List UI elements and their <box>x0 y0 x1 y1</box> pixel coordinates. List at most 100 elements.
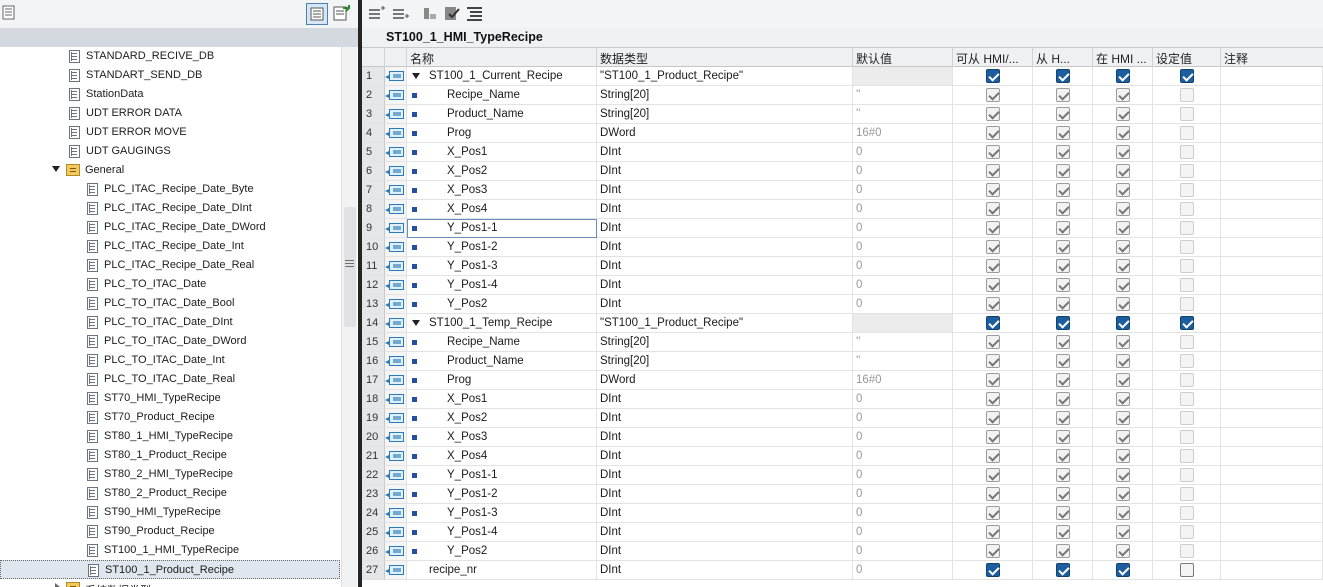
comment-cell[interactable] <box>1221 276 1323 295</box>
hmi-visible-checkbox[interactable] <box>1056 316 1070 330</box>
hmi-visible-checkbox[interactable] <box>1056 259 1070 273</box>
tree-item[interactable]: ST80_2_HMI_TypeRecipe <box>0 465 340 484</box>
hmi-visible-checkbox[interactable] <box>1056 544 1070 558</box>
name-cell[interactable]: X_Pos2 <box>407 409 597 428</box>
table-row[interactable]: 26 Y_Pos2 DInt 0 <box>362 542 1323 561</box>
default-value-cell[interactable]: 0 <box>853 409 953 428</box>
collapse-icon[interactable] <box>412 320 420 326</box>
hmi-access-checkbox[interactable] <box>986 335 1000 349</box>
in-hmi-checkbox[interactable] <box>1116 240 1130 254</box>
header-setpoint[interactable]: 设定值 <box>1153 48 1221 67</box>
hmi-visible-checkbox[interactable] <box>1056 221 1070 235</box>
default-value-cell[interactable]: 0 <box>853 504 953 523</box>
row-number[interactable]: 2 <box>362 86 385 105</box>
in-hmi-checkbox[interactable] <box>1116 126 1130 140</box>
hmi-access-checkbox[interactable] <box>986 316 1000 330</box>
hmi-access-checkbox[interactable] <box>986 278 1000 292</box>
tree-item[interactable]: UDT GAUGINGS <box>0 142 340 161</box>
table-row[interactable]: 13 Y_Pos2 DInt 0 <box>362 295 1323 314</box>
name-cell[interactable]: X_Pos4 <box>407 447 597 466</box>
row-number[interactable]: 4 <box>362 124 385 143</box>
default-value-cell[interactable]: 0 <box>853 143 953 162</box>
header-hmi-access[interactable]: 可从 HMI/... <box>953 48 1033 67</box>
table-row[interactable]: 10 Y_Pos1-2 DInt 0 <box>362 238 1323 257</box>
row-number[interactable]: 24 <box>362 504 385 523</box>
tree-item[interactable]: ST70_HMI_TypeRecipe <box>0 389 340 408</box>
name-cell[interactable]: recipe_nr <box>407 561 597 580</box>
default-value-cell[interactable]: 0 <box>853 523 953 542</box>
setpoint-checkbox[interactable] <box>1180 411 1194 425</box>
header-in-hmi[interactable]: 在 HMI ... <box>1093 48 1153 67</box>
hmi-access-checkbox[interactable] <box>986 259 1000 273</box>
name-cell[interactable]: Product_Name <box>407 352 597 371</box>
default-value-cell[interactable]: '' <box>853 105 953 124</box>
setpoint-checkbox[interactable] <box>1180 563 1194 577</box>
default-value-cell[interactable]: 0 <box>853 295 953 314</box>
setpoint-checkbox[interactable] <box>1180 164 1194 178</box>
name-cell[interactable]: Y_Pos1-1 <box>407 219 597 238</box>
setpoint-checkbox[interactable] <box>1180 468 1194 482</box>
hmi-access-checkbox[interactable] <box>986 164 1000 178</box>
collapse-icon[interactable] <box>52 166 60 172</box>
comment-cell[interactable] <box>1221 447 1323 466</box>
hmi-visible-checkbox[interactable] <box>1056 506 1070 520</box>
row-number[interactable]: 26 <box>362 542 385 561</box>
insert-row-icon[interactable] <box>368 6 386 22</box>
default-value-cell[interactable]: 0 <box>853 466 953 485</box>
setpoint-checkbox[interactable] <box>1180 373 1194 387</box>
tree-item[interactable]: ST100_1_HMI_TypeRecipe <box>0 541 340 560</box>
comment-cell[interactable] <box>1221 485 1323 504</box>
comment-cell[interactable] <box>1221 561 1323 580</box>
in-hmi-checkbox[interactable] <box>1116 316 1130 330</box>
in-hmi-checkbox[interactable] <box>1116 525 1130 539</box>
in-hmi-checkbox[interactable] <box>1116 487 1130 501</box>
reset-values-icon[interactable] <box>422 6 438 22</box>
default-value-cell[interactable]: 0 <box>853 485 953 504</box>
hmi-visible-checkbox[interactable] <box>1056 164 1070 178</box>
hmi-access-checkbox[interactable] <box>986 69 1000 83</box>
hmi-access-checkbox[interactable] <box>986 411 1000 425</box>
add-to-view-icon[interactable] <box>333 4 351 22</box>
in-hmi-checkbox[interactable] <box>1116 202 1130 216</box>
in-hmi-checkbox[interactable] <box>1116 183 1130 197</box>
setpoint-checkbox[interactable] <box>1180 525 1194 539</box>
project-tree-scrollbar[interactable] <box>341 47 357 587</box>
in-hmi-checkbox[interactable] <box>1116 145 1130 159</box>
default-value-cell[interactable]: 0 <box>853 219 953 238</box>
table-row[interactable]: 24 Y_Pos1-3 DInt 0 <box>362 504 1323 523</box>
comment-cell[interactable] <box>1221 219 1323 238</box>
tree-item[interactable]: STANDARD_RECIVE_DB <box>0 47 340 66</box>
name-cell[interactable]: Prog <box>407 371 597 390</box>
setpoint-checkbox[interactable] <box>1180 392 1194 406</box>
hmi-access-checkbox[interactable] <box>986 563 1000 577</box>
name-cell[interactable]: Recipe_Name <box>407 86 597 105</box>
row-number[interactable]: 27 <box>362 561 385 580</box>
tree-item[interactable]: ST80_1_Product_Recipe <box>0 446 340 465</box>
expand-all-icon[interactable] <box>466 6 484 22</box>
name-cell[interactable]: Y_Pos2 <box>407 542 597 561</box>
setpoint-checkbox[interactable] <box>1180 354 1194 368</box>
name-cell[interactable]: Y_Pos1-4 <box>407 276 597 295</box>
row-number[interactable]: 19 <box>362 409 385 428</box>
tree-item[interactable]: STANDART_SEND_DB <box>0 66 340 85</box>
in-hmi-checkbox[interactable] <box>1116 278 1130 292</box>
default-value-cell[interactable] <box>853 67 953 86</box>
data-type-cell[interactable]: DInt <box>597 466 853 485</box>
default-value-cell[interactable]: 0 <box>853 561 953 580</box>
in-hmi-checkbox[interactable] <box>1116 506 1130 520</box>
row-number[interactable]: 7 <box>362 181 385 200</box>
hmi-access-checkbox[interactable] <box>986 468 1000 482</box>
hmi-visible-checkbox[interactable] <box>1056 487 1070 501</box>
comment-cell[interactable] <box>1221 295 1323 314</box>
tree-item[interactable]: PLC_TO_ITAC_Date_DInt <box>0 313 340 332</box>
table-row[interactable]: 4 Prog DWord 16#0 <box>362 124 1323 143</box>
tree-item[interactable]: PLC_TO_ITAC_Date_Int <box>0 351 340 370</box>
name-cell[interactable]: Y_Pos1-3 <box>407 257 597 276</box>
default-value-cell[interactable]: 16#0 <box>853 371 953 390</box>
table-row[interactable]: 7 X_Pos3 DInt 0 <box>362 181 1323 200</box>
data-type-cell[interactable]: "ST100_1_Product_Recipe" <box>597 67 853 86</box>
hmi-access-checkbox[interactable] <box>986 145 1000 159</box>
comment-cell[interactable] <box>1221 200 1323 219</box>
tree-item[interactable]: PLC_TO_ITAC_Date <box>0 275 340 294</box>
hmi-visible-checkbox[interactable] <box>1056 202 1070 216</box>
